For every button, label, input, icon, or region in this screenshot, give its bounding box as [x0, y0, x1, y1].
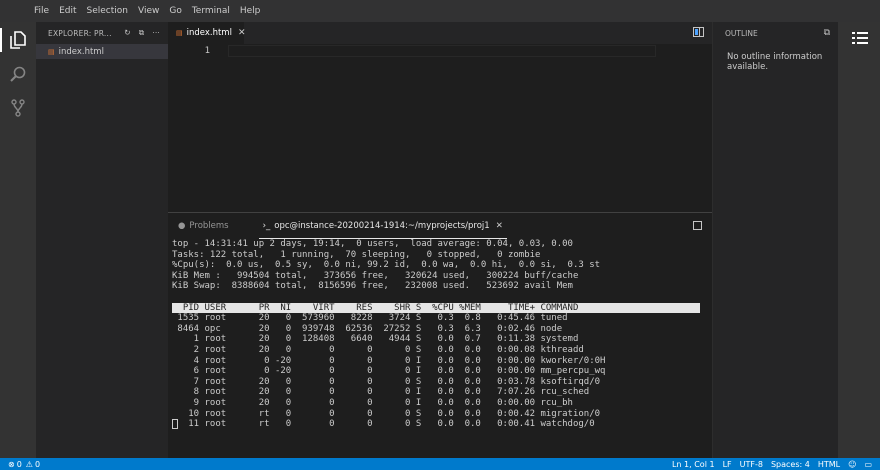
active-indicator	[0, 28, 2, 52]
info-icon: ●	[178, 221, 186, 231]
error-count[interactable]: 0	[17, 460, 22, 469]
terminal-summary-line: Tasks: 122 total, 1 running, 70 sleeping…	[172, 249, 541, 260]
html-file-icon: ▤	[176, 29, 183, 37]
process-table-header: PID USER PR NI VIRT RES SHR S %CPU %MEM …	[172, 302, 700, 314]
bottom-panel: ● Problems ›_ opc@instance-20200214-1914…	[168, 212, 712, 458]
menu-file[interactable]: File	[34, 6, 49, 16]
code-editor[interactable]: 1	[168, 44, 712, 206]
explorer-header: EXPLORER: PR... ↻ ⧉ ⋯	[36, 22, 168, 44]
file-item-index-html[interactable]: ▤ index.html	[36, 44, 168, 59]
line-number: 1	[204, 46, 210, 56]
terminal-output[interactable]: top - 14:31:41 up 2 days, 19:14, 0 users…	[172, 239, 708, 430]
source-control-icon[interactable]	[8, 98, 28, 118]
process-row: 7 root 20 0 0 0 0 S 0.0 0.0 0:03.78 ksof…	[172, 376, 601, 387]
activity-bar	[0, 22, 36, 458]
process-row: 2 root 20 0 0 0 0 S 0.0 0.0 0:00.08 kthr…	[172, 344, 584, 355]
close-icon[interactable]: ✕	[238, 28, 246, 38]
outline-panel: OUTLINE ⧉ No outline information availab…	[712, 22, 838, 458]
error-icon[interactable]: ⊗	[8, 460, 15, 469]
tab-problems[interactable]: ● Problems	[174, 213, 233, 239]
outline-title: OUTLINE	[725, 28, 758, 38]
outline-message: No outline information available.	[727, 52, 823, 72]
maximize-panel-icon[interactable]	[693, 221, 702, 230]
feedback-icon[interactable]: ☺	[848, 460, 856, 469]
process-row: 1535 root 20 0 573960 8228 3724 S 0.3 0.…	[172, 313, 568, 324]
menu-selection[interactable]: Selection	[87, 6, 128, 16]
outline-header: OUTLINE ⧉	[713, 22, 838, 44]
terminal-cursor	[172, 419, 178, 430]
files-icon[interactable]	[8, 30, 28, 50]
search-icon[interactable]	[8, 64, 28, 84]
collapse-all-icon[interactable]: ⧉	[824, 28, 838, 38]
tab-terminal[interactable]: ›_ opc@instance-20200214-1914:~/myprojec…	[258, 213, 507, 239]
process-row: 4 root 0 -20 0 0 0 I 0.0 0.0 0:00.00 kwo…	[172, 355, 606, 366]
process-row: 9 root 20 0 0 0 0 I 0.0 0.0 0:00.00 rcu_…	[172, 397, 573, 408]
terminal-summary-line: KiB Swap: 8388604 total, 8156596 free, 2…	[172, 281, 573, 292]
collapse-all-icon[interactable]: ⧉	[139, 28, 145, 38]
more-actions-icon[interactable]: ⋯	[152, 28, 160, 38]
split-editor-icon[interactable]	[693, 27, 704, 37]
process-row: 8464 opc 20 0 939748 62536 27252 S 0.3 6…	[172, 323, 563, 334]
process-row: 11 root rt 0 0 0 0 S 0.0 0.0 0:00.41 wat…	[172, 419, 595, 430]
menu-terminal[interactable]: Terminal	[192, 6, 230, 16]
explorer-sidebar: EXPLORER: PR... ↻ ⧉ ⋯ ▤ index.html	[36, 22, 168, 458]
line-ending[interactable]: LF	[723, 460, 732, 469]
current-line-highlight	[228, 45, 656, 57]
refresh-icon[interactable]: ↻	[124, 28, 130, 38]
terminal-summary-line: %Cpu(s): 0.0 us, 0.5 sy, 0.0 ni, 99.2 id…	[172, 260, 601, 271]
terminal-icon: ›_	[262, 220, 271, 231]
status-bar: ⊗ 0 ⚠ 0 Ln 1, Col 1 LF UTF-8 Spaces: 4 H…	[0, 458, 880, 470]
process-row: 1 root 20 0 128408 6640 4944 S 0.0 0.7 0…	[172, 334, 579, 345]
file-encoding[interactable]: UTF-8	[740, 460, 763, 469]
panel-tabs: ● Problems ›_ opc@instance-20200214-1914…	[168, 213, 712, 239]
indentation[interactable]: Spaces: 4	[771, 460, 810, 469]
close-icon[interactable]: ✕	[496, 221, 503, 231]
editor-tabs: ▤ index.html ✕	[168, 22, 712, 44]
html-file-icon: ▤	[48, 47, 55, 56]
file-name: index.html	[58, 46, 104, 57]
process-row: 6 root 0 -20 0 0 0 I 0.0 0.0 0:00.00 mm_…	[172, 366, 606, 377]
list-icon[interactable]	[852, 32, 868, 44]
menu-go[interactable]: Go	[169, 6, 181, 16]
terminal-summary-line: top - 14:31:41 up 2 days, 19:14, 0 users…	[172, 239, 573, 249]
warning-icon[interactable]: ⚠	[26, 460, 33, 469]
process-row: 10 root rt 0 0 0 0 S 0.0 0.0 0:00.42 mig…	[172, 408, 601, 419]
language-mode[interactable]: HTML	[818, 460, 840, 469]
right-activity-bar	[838, 22, 880, 458]
tab-label: index.html	[186, 28, 232, 38]
menu-edit[interactable]: Edit	[59, 6, 76, 16]
cursor-position[interactable]: Ln 1, Col 1	[672, 460, 715, 469]
menu-view[interactable]: View	[138, 6, 159, 16]
menu-bar: File Edit Selection View Go Terminal Hel…	[0, 0, 880, 22]
notifications-icon[interactable]: ▭	[864, 460, 872, 469]
tab-terminal-label: opc@instance-20200214-1914:~/myprojects/…	[274, 220, 490, 231]
terminal-summary-line: KiB Mem : 994504 total, 373656 free, 320…	[172, 270, 579, 281]
editor-area: ▤ index.html ✕ 1	[168, 22, 712, 206]
tab-problems-label: Problems	[189, 221, 229, 231]
process-row: 8 root 20 0 0 0 0 I 0.0 0.0 7:07.26 rcu_…	[172, 387, 590, 398]
explorer-title: EXPLORER: PR...	[48, 28, 112, 38]
menu-help[interactable]: Help	[240, 6, 261, 16]
tab-index-html[interactable]: ▤ index.html ✕	[168, 22, 246, 44]
warning-count[interactable]: 0	[35, 460, 40, 469]
